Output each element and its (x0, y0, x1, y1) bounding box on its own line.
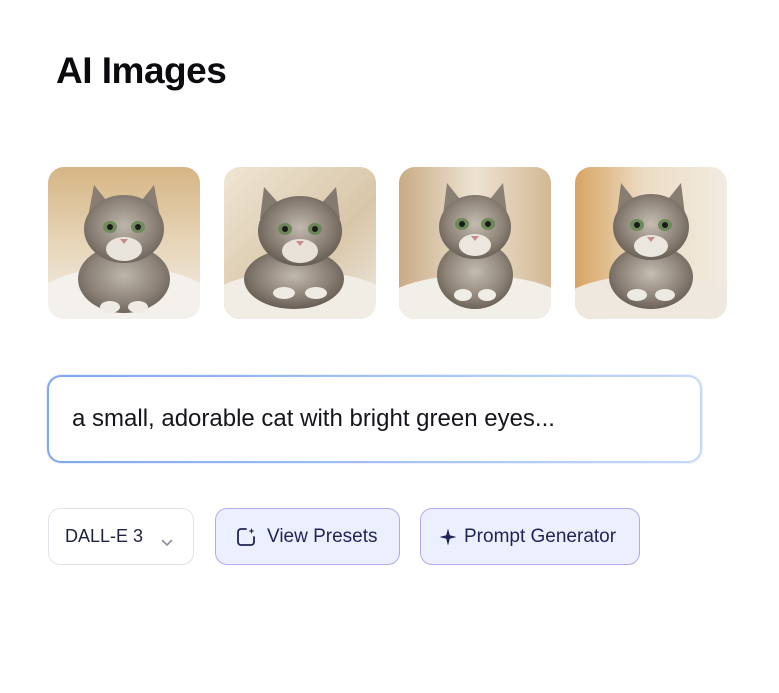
kitten-image (224, 167, 376, 319)
model-select-value: DALL-E 3 (65, 526, 144, 546)
page-title: AI Images (56, 50, 227, 91)
prompt-field-container (47, 375, 702, 463)
prompt-input[interactable] (70, 404, 674, 434)
prompt-generator-label: Prompt Generator (464, 525, 617, 547)
image-gallery (48, 167, 728, 319)
image-thumbnail[interactable] (399, 167, 551, 319)
chevron-down-icon (161, 531, 173, 552)
prompt-generator-button[interactable]: Prompt Generator (420, 508, 640, 565)
presets-icon (235, 526, 257, 548)
image-thumbnail[interactable] (575, 167, 727, 319)
sparkle-icon (438, 527, 458, 547)
kitten-image (399, 167, 551, 319)
model-select[interactable]: DALL-E 3 (48, 508, 194, 565)
kitten-image (575, 167, 727, 319)
view-presets-label: View Presets (267, 525, 378, 547)
image-thumbnail[interactable] (224, 167, 376, 319)
image-thumbnail[interactable] (48, 167, 200, 319)
kitten-image (48, 167, 200, 319)
view-presets-button[interactable]: View Presets (215, 508, 400, 565)
